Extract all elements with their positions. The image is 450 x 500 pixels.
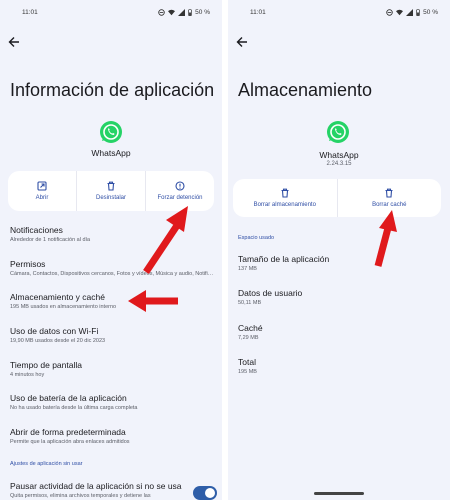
- open-external-icon: [37, 181, 47, 191]
- wifi-icon: [168, 9, 176, 16]
- app-version: 2.24.3.15: [326, 161, 352, 167]
- status-time: 11:01: [250, 9, 266, 16]
- info-alert-icon: [175, 181, 185, 191]
- storage-screen: 11:01 50 % Almacenamiento WhatsApp 2.24.…: [228, 0, 450, 500]
- list-item-pause-activity[interactable]: Pausar actividad de la aplicación si no …: [10, 481, 188, 499]
- section-label-space-used: Espacio usado: [238, 235, 275, 241]
- red-arrow-storage: [128, 290, 178, 312]
- storage-actions-card: Borrar almacenamiento Borrar caché: [233, 179, 441, 217]
- list-item-total: Total 195 MB: [238, 357, 257, 375]
- dnd-icon: [158, 9, 165, 16]
- app-info-screen: 11:01 50 % Información de aplicación Wha…: [0, 0, 222, 500]
- pause-activity-toggle[interactable]: [193, 486, 217, 500]
- clear-storage-label: Borrar almacenamiento: [253, 202, 316, 208]
- list-item-battery-usage[interactable]: Uso de batería de la aplicación No ha us…: [10, 393, 216, 411]
- red-arrow-clear-cache: [374, 210, 397, 267]
- list-item-app-size: Tamaño de la aplicación 137 MB: [238, 254, 330, 272]
- status-time: 11:01: [22, 9, 38, 16]
- open-button[interactable]: Abrir: [8, 171, 76, 211]
- wifi-icon: [396, 9, 404, 16]
- battery-icon: [188, 9, 192, 16]
- status-bar: 11:01 50 %: [228, 9, 450, 21]
- app-name: WhatsApp: [319, 150, 359, 160]
- clear-storage-button[interactable]: Borrar almacenamiento: [233, 179, 337, 217]
- page-title: Información de aplicación: [10, 80, 215, 100]
- gesture-bar[interactable]: [314, 492, 364, 495]
- app-name: WhatsApp: [91, 148, 131, 158]
- list-item-user-data: Datos de usuario 50,11 MB: [238, 288, 303, 306]
- whatsapp-icon: [327, 121, 349, 143]
- whatsapp-icon: [100, 121, 122, 143]
- uninstall-button[interactable]: Desinstalar: [76, 171, 145, 211]
- open-label: Abrir: [35, 195, 49, 201]
- battery-icon: [416, 9, 420, 16]
- battery-percent: 50 %: [423, 9, 438, 16]
- dnd-icon: [386, 9, 393, 16]
- page-title: Almacenamiento: [238, 80, 373, 100]
- trash-icon: [281, 188, 289, 198]
- status-bar: 11:01 50 %: [0, 9, 222, 21]
- trash-icon: [107, 181, 115, 191]
- list-item-wifi-data[interactable]: Uso de datos con Wi-Fi 19,90 MB usados d…: [10, 326, 216, 344]
- list-item-storage-cache[interactable]: Almacenamiento y caché 195 MB usados en …: [10, 292, 216, 310]
- list-item-open-by-default[interactable]: Abrir de forma predeterminada Permite qu…: [10, 427, 216, 445]
- signal-icon: [178, 9, 186, 16]
- list-item-screen-time[interactable]: Tiempo de pantalla 4 minutos hoy: [10, 360, 216, 378]
- arrow-left-icon[interactable]: [8, 36, 20, 48]
- red-arrow-force-stop: [143, 206, 188, 274]
- list-item-cache: Caché 7,29 MB: [238, 323, 263, 341]
- uninstall-label: Desinstalar: [95, 195, 126, 201]
- trash-icon: [385, 188, 393, 198]
- arrow-left-icon[interactable]: [236, 36, 248, 48]
- battery-percent: 50 %: [195, 9, 210, 16]
- signal-icon: [406, 9, 414, 16]
- section-label-unused-settings: Ajustes de aplicación sin usar: [10, 461, 83, 467]
